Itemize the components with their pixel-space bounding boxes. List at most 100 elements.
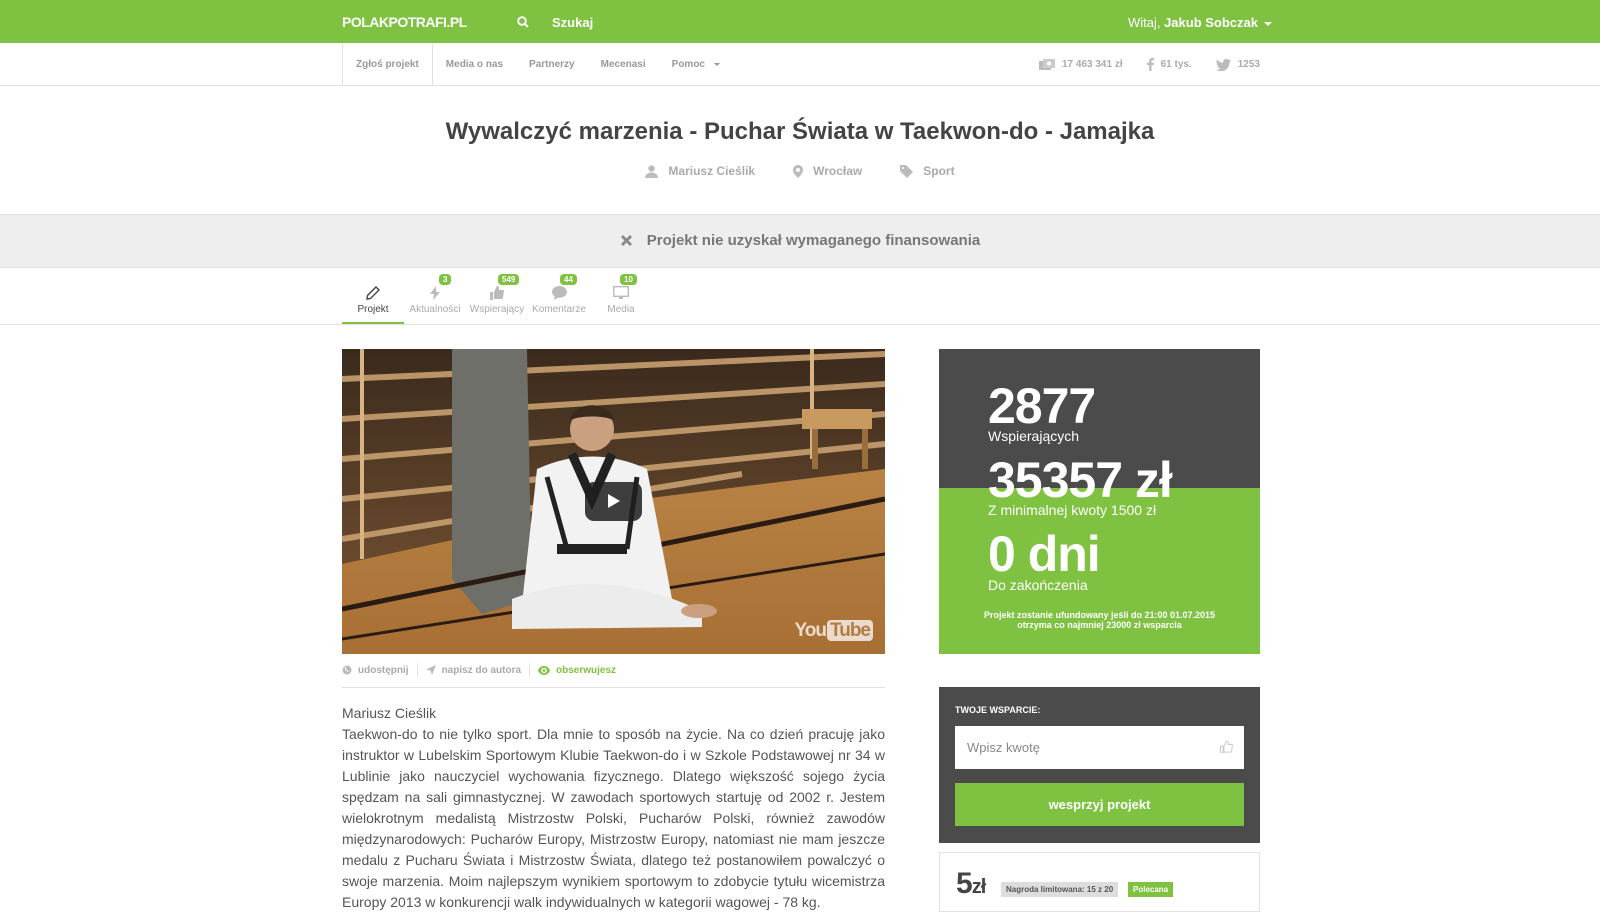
project-category[interactable]: Sport	[900, 164, 955, 178]
description-author: Mariusz Cieślik	[342, 705, 437, 721]
tab-comments-label: Komentarze	[532, 304, 586, 315]
watch-link[interactable]: obserwujesz	[538, 663, 624, 677]
globe-icon	[342, 665, 352, 675]
support-amount-input[interactable]	[955, 726, 1244, 769]
nav-item-patrons[interactable]: Mecenasi	[588, 43, 659, 86]
chevron-down-icon	[714, 62, 720, 66]
site-stats: 17 463 341 zł 61 tys. 1253	[1039, 58, 1260, 71]
thumbs-up-icon	[1220, 741, 1233, 753]
lightning-icon	[430, 286, 440, 300]
youtube-logo-text: You	[794, 620, 828, 641]
eye-icon	[538, 665, 551, 675]
funding-note-line-2: otrzyma co najmniej 23000 zł wsparcia	[1017, 620, 1182, 630]
facebook-icon	[1146, 58, 1154, 71]
greeting-text: Witaj,	[1127, 15, 1161, 30]
pencil-icon	[366, 286, 380, 300]
twitter-icon	[1215, 58, 1231, 71]
secondary-nav: Zgłoś projekt Media o nas Partnerzy Mece…	[0, 43, 1600, 86]
project-author-name: Mariusz Cieślik	[668, 164, 756, 178]
tab-project-label: Projekt	[357, 304, 389, 315]
facebook-count: 61 tys.	[1160, 59, 1192, 70]
reward-limit-badge: Nagroda limitowana: 15 z 20	[1001, 882, 1119, 897]
funding-status-text: Projekt nie uzyskał wymaganego finansowa…	[646, 232, 981, 249]
reward-price: 5zł	[956, 867, 987, 901]
youtube-logo[interactable]: You Tube	[795, 620, 873, 642]
monitor-icon	[613, 286, 629, 299]
days-left-label: Do zakończenia	[988, 577, 1088, 593]
project-video[interactable]: You Tube	[342, 349, 885, 654]
tag-icon	[900, 164, 914, 178]
tab-supporters[interactable]: 549 Wspierający	[466, 270, 528, 325]
send-icon	[425, 665, 436, 675]
funding-note-line-1: Projekt zostanie ufundowany jeśli do 21:…	[983, 610, 1216, 620]
chevron-down-icon	[1264, 21, 1272, 26]
reward-card[interactable]: 5zł Nagroda limitowana: 15 z 20 Polecana	[939, 852, 1260, 912]
user-menu[interactable]: Witaj, Jakub Sobczak	[1128, 15, 1272, 30]
top-bar: POLAKPOTRAFI.PL Szukaj Witaj, Jakub Sobc…	[0, 0, 1600, 43]
project-location[interactable]: Wrocław	[793, 164, 862, 178]
search-icon[interactable]	[517, 16, 529, 28]
site-logo[interactable]: POLAKPOTRAFI.PL	[342, 14, 467, 30]
description-text: Taekwon-do to nie tylko sport. Dla mnie …	[342, 726, 885, 910]
play-button[interactable]	[585, 482, 642, 521]
tab-updates[interactable]: 3 Aktualności	[404, 270, 466, 325]
project-title: Wywalczyć marzenia - Puchar Świata w Tae…	[445, 118, 1155, 145]
project-description: Mariusz Cieślik Taekwon-do to nie tylko …	[342, 703, 885, 913]
nav-item-partners[interactable]: Partnerzy	[516, 43, 588, 86]
project-location-name: Wrocław	[813, 164, 863, 178]
close-icon	[620, 235, 632, 246]
secondary-menu: Zgłoś projekt Media o nas Partnerzy Mece…	[343, 43, 733, 86]
funded-amount: 35357 zł	[988, 452, 1173, 508]
thumbs-up-icon	[490, 286, 504, 300]
project-meta: Mariusz Cieślik Wrocław Sport	[0, 164, 1600, 178]
nav-item-submit-project[interactable]: Zgłoś projekt	[343, 43, 433, 86]
tab-updates-label: Aktualności	[409, 304, 461, 315]
reward-price-currency: zł	[971, 876, 987, 898]
supporters-count: 2877	[988, 378, 1096, 434]
tab-comments[interactable]: 44 Komentarze	[528, 270, 590, 325]
facebook-stat[interactable]: 61 tys.	[1146, 58, 1192, 71]
tab-media-label: Media	[607, 304, 635, 315]
funding-status-banner: Projekt nie uzyskał wymaganego finansowa…	[0, 214, 1600, 268]
nav-item-help[interactable]: Pomoc	[659, 43, 733, 86]
updates-count-badge: 3	[439, 274, 452, 285]
share-link[interactable]: udostępnij	[342, 663, 418, 677]
tab-project[interactable]: Projekt	[342, 270, 404, 325]
user-icon	[645, 164, 659, 178]
message-author-link[interactable]: napisz do autora	[425, 663, 531, 677]
days-left: 0 dni	[988, 526, 1101, 582]
project-category-name: Sport	[923, 164, 955, 178]
share-link-label: udostępnij	[358, 664, 409, 676]
support-project-button[interactable]: wesprzyj projekt	[955, 783, 1244, 826]
twitter-stat[interactable]: 1253	[1215, 58, 1260, 71]
support-panel: TWOJE WSPARCIE: wesprzyj projekt	[939, 687, 1260, 843]
nav-item-media[interactable]: Media o nas	[433, 43, 516, 86]
supporters-label: Wspierających	[988, 428, 1080, 444]
search-link[interactable]: Szukaj	[552, 15, 593, 30]
twitter-count: 1253	[1237, 59, 1260, 70]
total-funds-stat: 17 463 341 zł	[1039, 58, 1123, 71]
funding-stats-panel: 2877 Wspierających 35357 zł Z minimalnej…	[939, 349, 1260, 654]
support-title: TWOJE WSPARCIE:	[955, 705, 1041, 715]
funded-amount-label: Z minimalnej kwoty 1500 zł	[988, 502, 1157, 518]
media-count-badge: 10	[620, 274, 637, 285]
money-icon	[1039, 59, 1055, 70]
recommended-badge: Polecana	[1128, 882, 1174, 897]
comments-count-badge: 44	[560, 274, 577, 285]
project-actions: udostępnij napisz do autora obserwujesz	[342, 663, 885, 688]
user-name: Jakub Sobczak	[1164, 15, 1258, 30]
supporters-count-badge: 549	[498, 274, 520, 285]
speech-bubble-icon	[551, 286, 567, 300]
total-funds-value: 17 463 341 zł	[1062, 59, 1123, 70]
reward-price-value: 5	[956, 867, 973, 900]
map-pin-icon	[793, 164, 804, 178]
project-author[interactable]: Mariusz Cieślik	[645, 164, 755, 178]
project-tabs: Projekt 3 Aktualności 549 Wspierający 44…	[342, 270, 652, 325]
youtube-logo-box: Tube	[827, 620, 873, 641]
watch-link-label: obserwujesz	[556, 664, 617, 676]
nav-item-help-label: Pomoc	[671, 59, 705, 70]
message-author-label: napisz do autora	[441, 664, 522, 676]
tab-supporters-label: Wspierający	[469, 304, 525, 315]
funding-deadline-note: Projekt zostanie ufundowany jeśli do 21:…	[939, 610, 1260, 630]
tab-media[interactable]: 10 Media	[590, 270, 652, 325]
